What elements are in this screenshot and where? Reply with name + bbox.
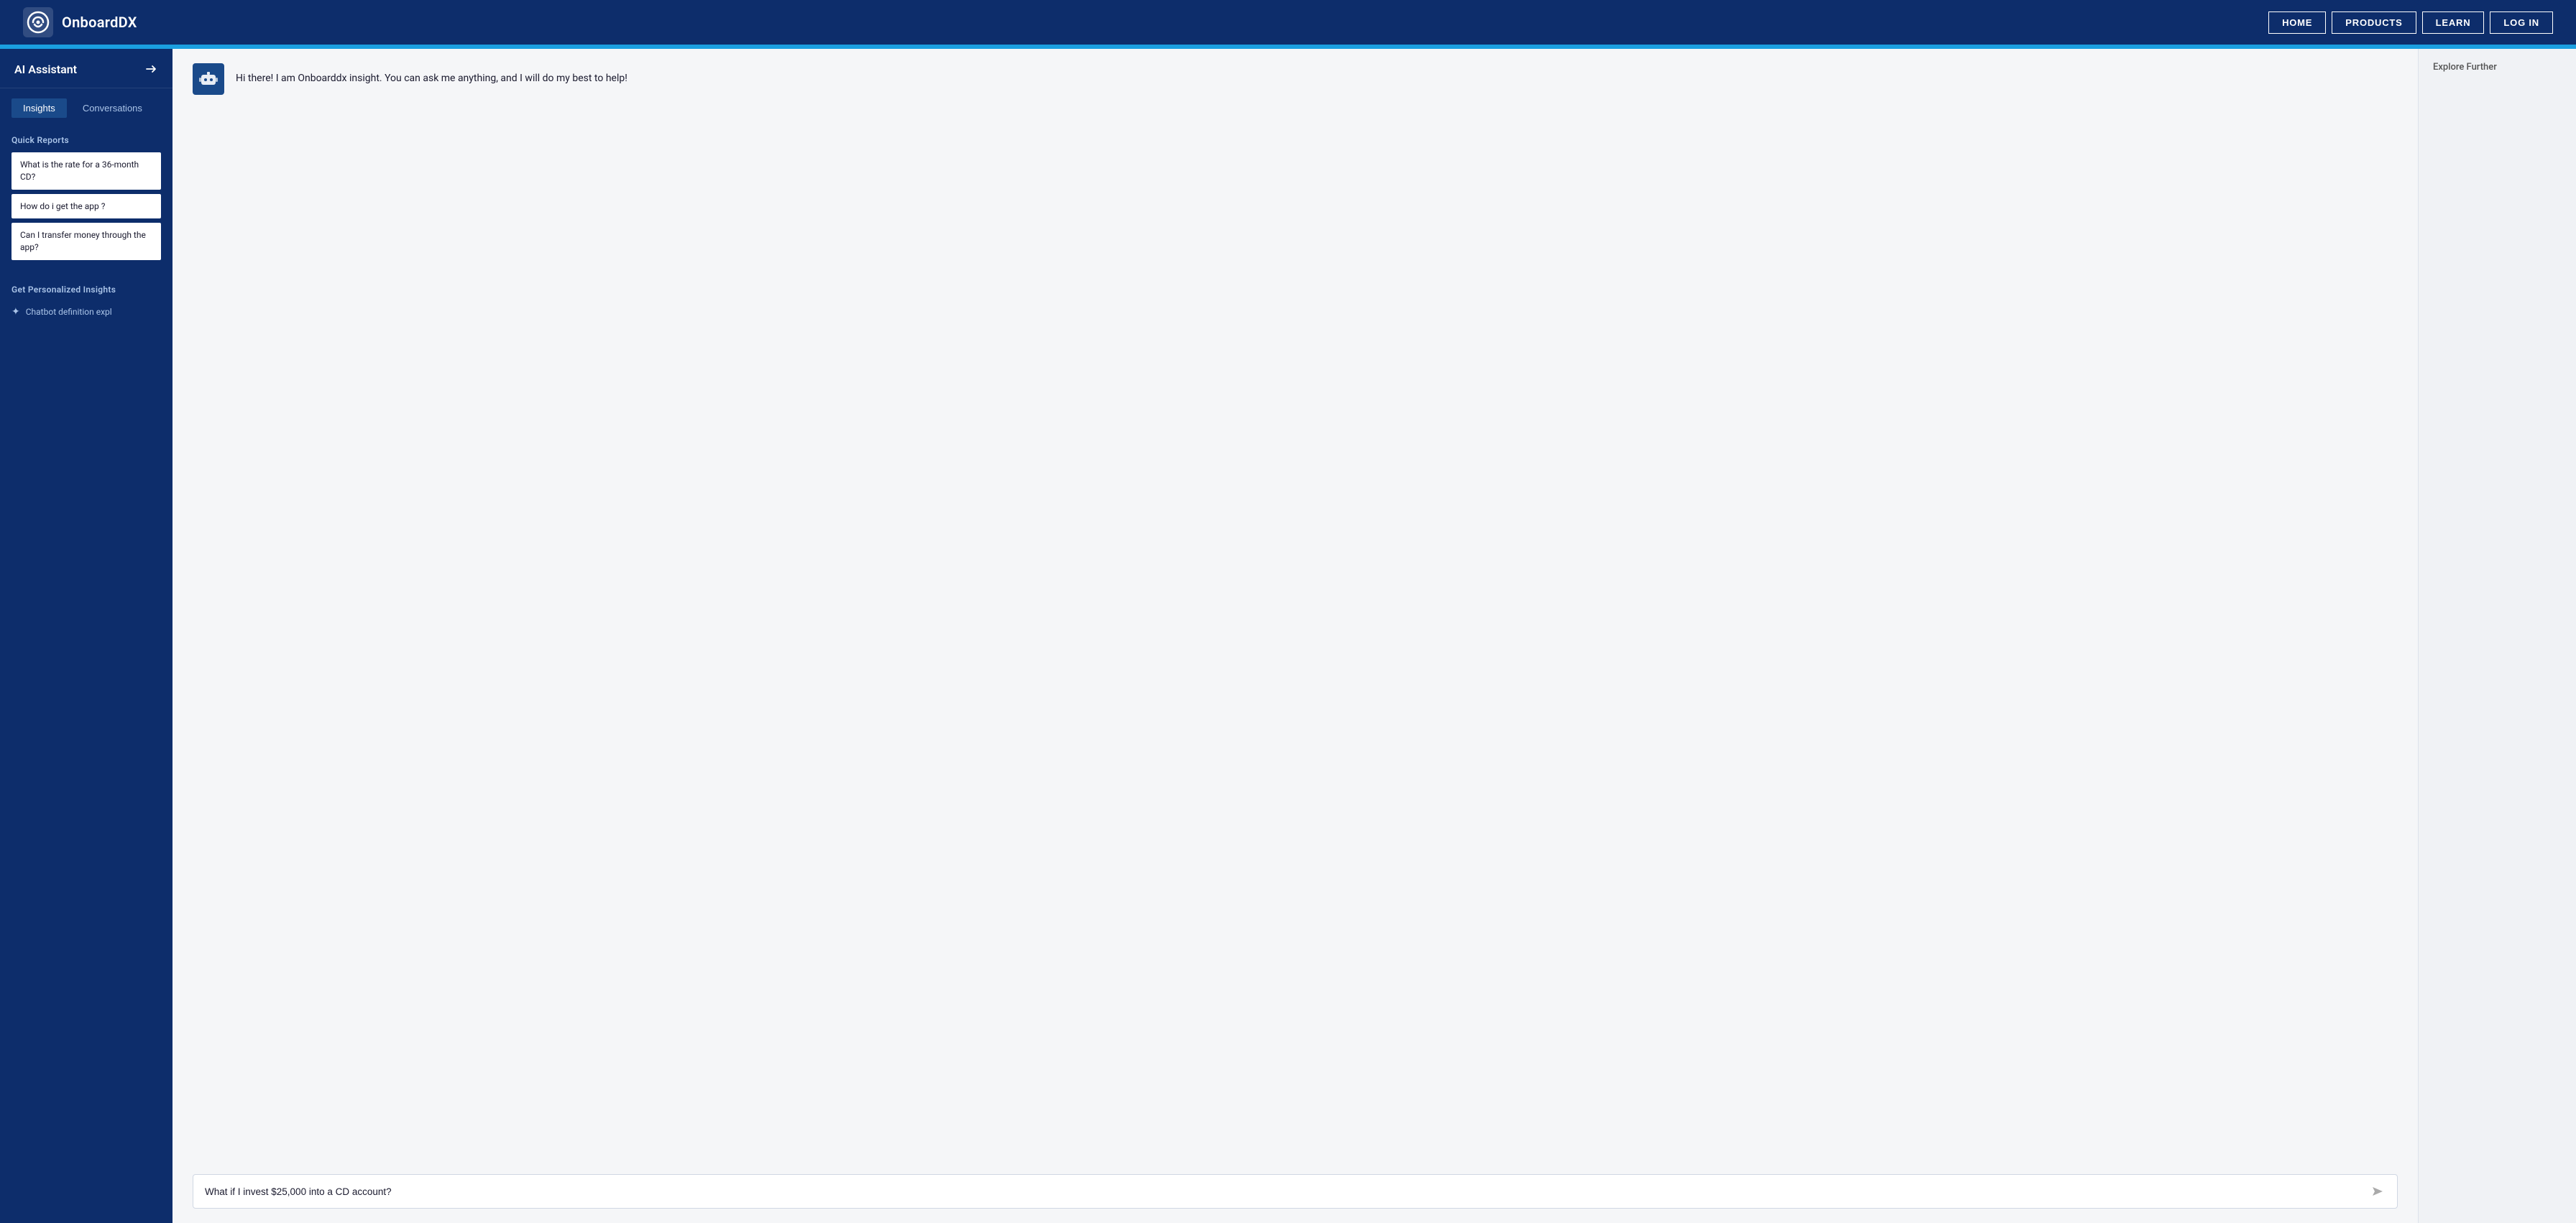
nav-products[interactable]: PRODUCTS xyxy=(2332,11,2416,34)
brand: OnboardDX xyxy=(23,7,137,37)
quick-report-item[interactable]: How do i get the app ? xyxy=(12,194,161,219)
quick-reports-section: Quick Reports What is the rate for a 36-… xyxy=(0,125,172,270)
sidebar-collapse-button[interactable] xyxy=(144,62,158,76)
send-icon xyxy=(2371,1185,2384,1198)
send-button[interactable] xyxy=(2370,1183,2386,1199)
nav-learn[interactable]: LEARN xyxy=(2422,11,2485,34)
explore-further-label: Explore Further xyxy=(2433,62,2562,73)
bot-message-row: Hi there! I am Onboarddx insight. You ca… xyxy=(193,63,2398,95)
sidebar-title: AI Assistant xyxy=(14,63,77,76)
welcome-message: Hi there! I am Onboarddx insight. You ca… xyxy=(236,63,627,86)
logo-icon xyxy=(23,7,53,37)
tab-insights[interactable]: Insights xyxy=(12,98,67,118)
chat-input-area xyxy=(172,1164,2418,1223)
sidebar: AI Assistant Insights Conversations Quic… xyxy=(0,49,172,1223)
personalized-label: Get Personalized Insights xyxy=(12,285,161,295)
personalized-item-text: Chatbot definition expl xyxy=(26,307,112,317)
quick-report-item[interactable]: What is the rate for a 36-month CD? xyxy=(12,152,161,190)
sidebar-header: AI Assistant xyxy=(0,49,172,88)
chat-messages: Hi there! I am Onboarddx insight. You ca… xyxy=(172,49,2418,1164)
personalized-section: Get Personalized Insights ✦ Chatbot defi… xyxy=(0,274,172,328)
chat-input-wrapper xyxy=(193,1174,2398,1209)
personalized-item[interactable]: ✦ Chatbot definition expl xyxy=(12,302,161,322)
bot-avatar xyxy=(193,63,224,95)
right-panel: Explore Further xyxy=(2418,49,2576,1223)
bot-icon xyxy=(199,70,218,88)
chat-area: Hi there! I am Onboarddx insight. You ca… xyxy=(172,49,2418,1223)
quick-reports-label: Quick Reports xyxy=(12,135,161,145)
chat-input[interactable] xyxy=(205,1186,2370,1197)
nav-links: HOME PRODUCTS LEARN LOG IN xyxy=(2268,11,2553,34)
sparkle-icon: ✦ xyxy=(12,306,20,318)
collapse-icon xyxy=(144,62,158,76)
navbar: OnboardDX HOME PRODUCTS LEARN LOG IN xyxy=(0,0,2576,45)
quick-report-item[interactable]: Can I transfer money through the app? xyxy=(12,223,161,260)
nav-login[interactable]: LOG IN xyxy=(2490,11,2553,34)
brand-name: OnboardDX xyxy=(62,14,137,31)
sidebar-tabs: Insights Conversations xyxy=(0,88,172,125)
nav-home[interactable]: HOME xyxy=(2268,11,2326,34)
main-container: AI Assistant Insights Conversations Quic… xyxy=(0,49,2576,1223)
tab-conversations[interactable]: Conversations xyxy=(71,98,154,118)
